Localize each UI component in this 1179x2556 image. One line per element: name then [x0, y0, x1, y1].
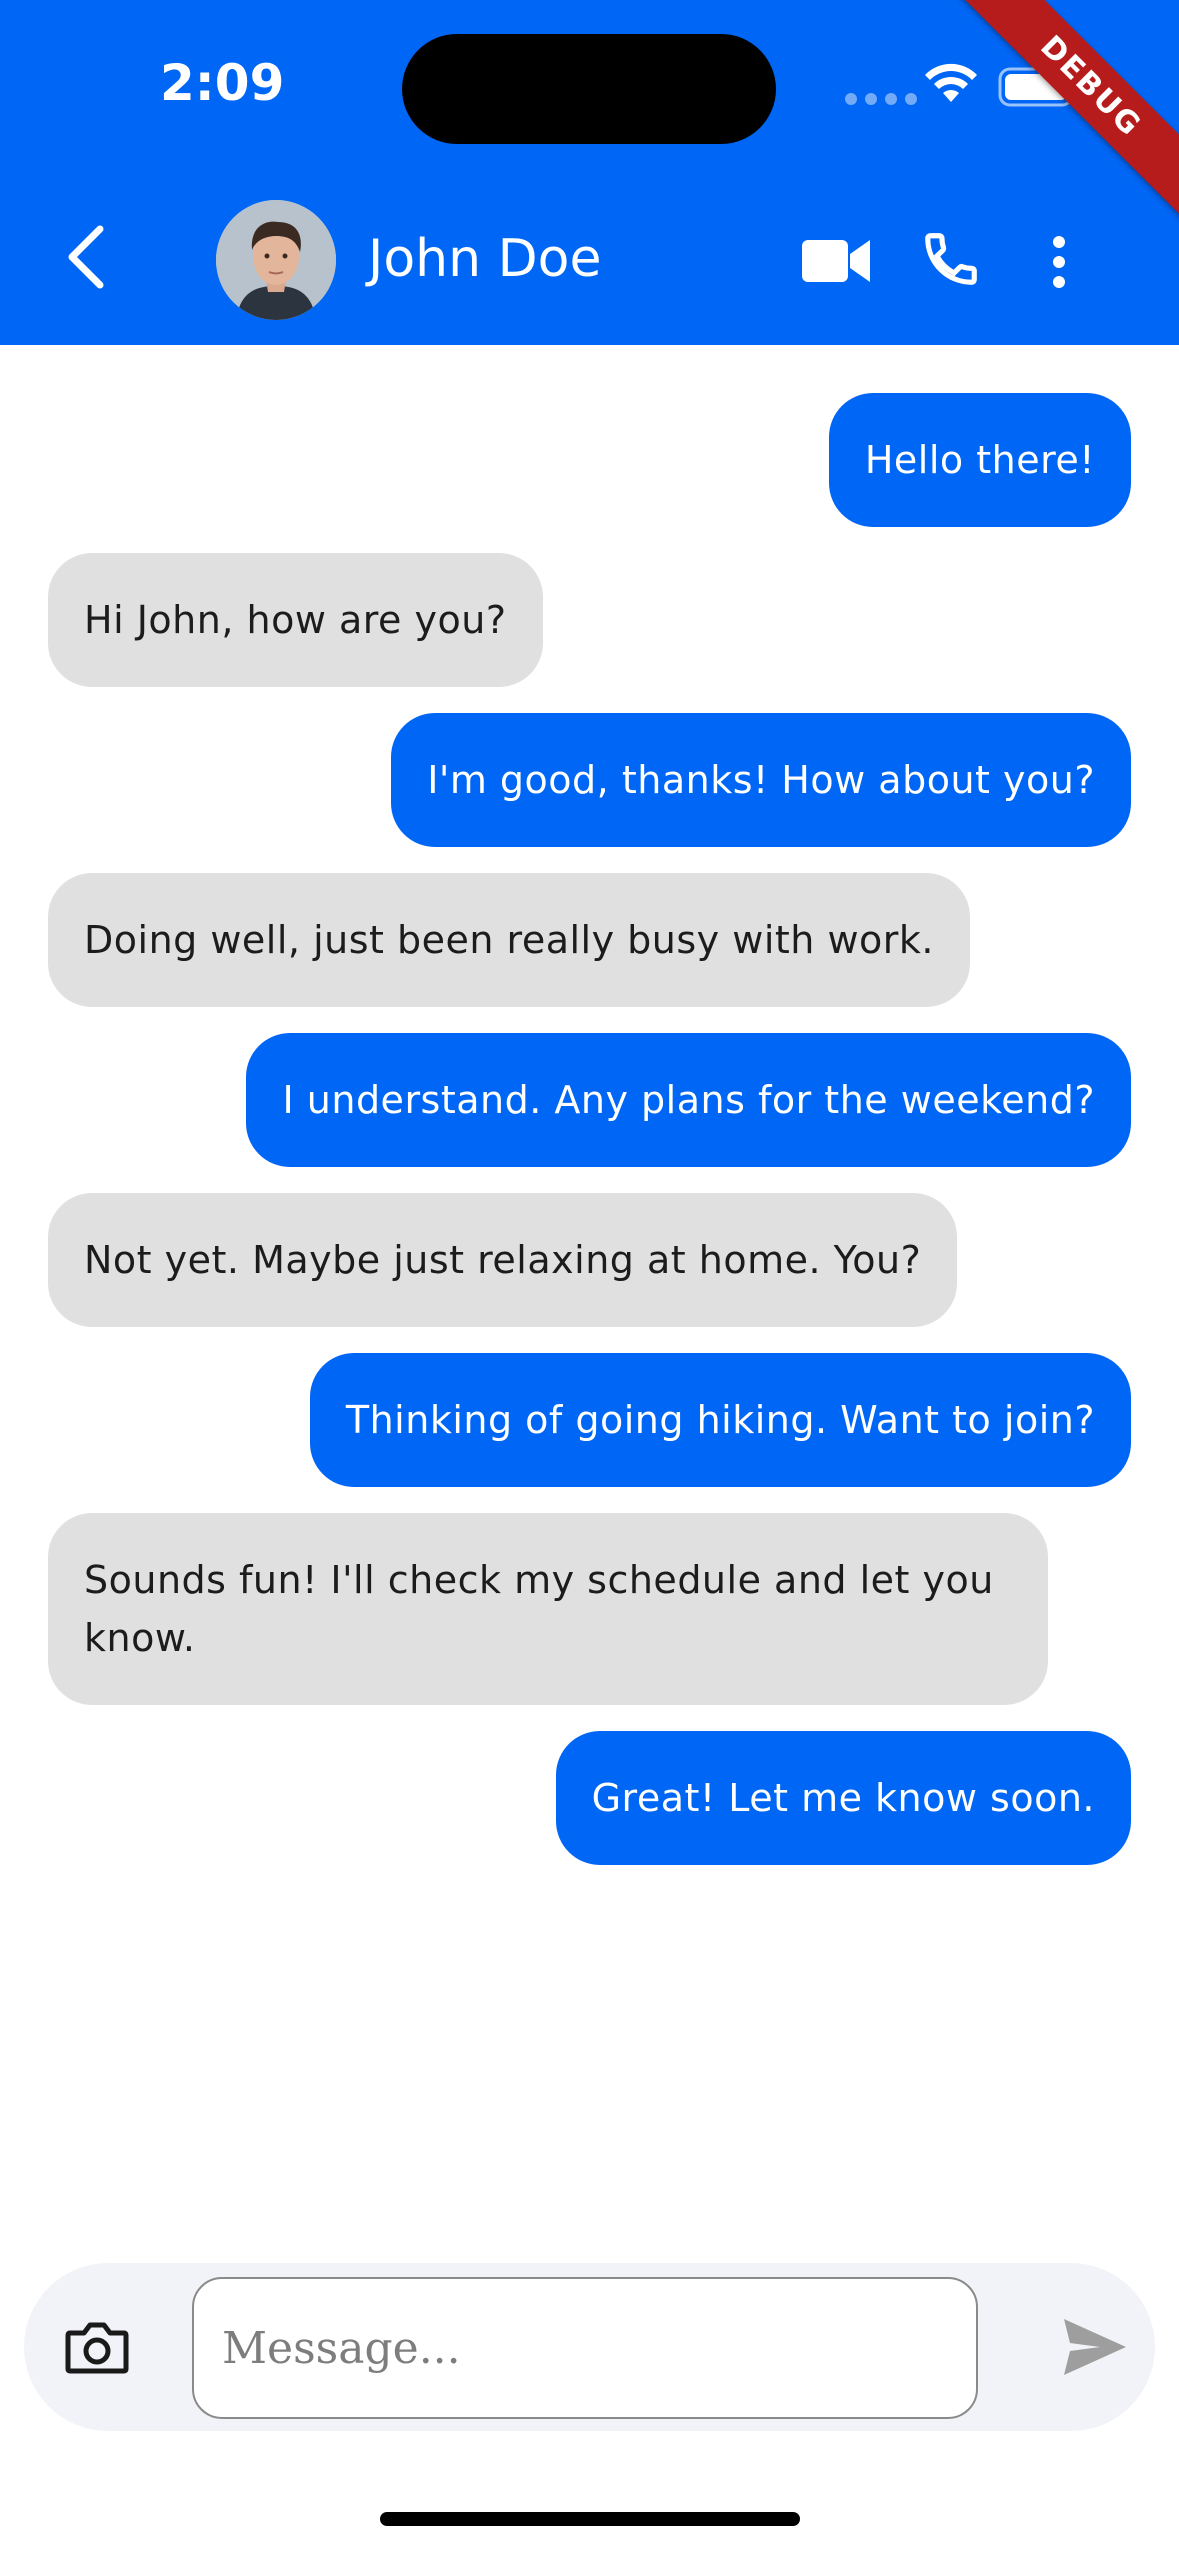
avatar-photo	[216, 200, 336, 320]
contact-name[interactable]: John Doe	[368, 229, 601, 289]
contact-avatar[interactable]	[216, 200, 336, 320]
camera-icon[interactable]	[64, 2317, 130, 2377]
received-message-bubble[interactable]: Doing well, just been really busy with w…	[48, 873, 970, 1007]
dynamic-island	[402, 34, 776, 144]
status-time: 2:09	[160, 54, 285, 112]
received-message-bubble[interactable]: Sounds fun! I'll check my schedule and l…	[48, 1513, 1048, 1705]
chevron-left-icon	[68, 225, 104, 289]
sent-message-bubble[interactable]: I understand. Any plans for the weekend?	[246, 1033, 1131, 1167]
message-list: Hello there! Hi John, how are you? I'm goo…	[48, 393, 1131, 1865]
wifi-icon	[925, 63, 977, 102]
chat-screen: 2:09 DEBUG John Doe Hello there! Hi John…	[0, 0, 1179, 2556]
cellular-signal-icon	[845, 93, 917, 105]
phone-icon[interactable]	[920, 228, 982, 290]
send-icon[interactable]	[1060, 2315, 1130, 2379]
sent-message-bubble[interactable]: Hello there!	[828, 393, 1131, 527]
app-bar: 2:09 DEBUG John Doe	[0, 0, 1179, 345]
sent-message-bubble[interactable]: Thinking of going hiking. Want to join?	[309, 1353, 1131, 1487]
sent-message-bubble[interactable]: Great! Let me know soon.	[555, 1731, 1131, 1865]
back-button[interactable]	[56, 222, 116, 292]
more-options-button[interactable]	[1040, 230, 1078, 294]
message-input[interactable]	[192, 2277, 978, 2419]
sent-message-bubble[interactable]: I'm good, thanks! How about you?	[391, 713, 1131, 847]
more-vert-icon	[1053, 236, 1065, 248]
home-indicator	[380, 2512, 800, 2526]
video-call-icon[interactable]	[800, 232, 872, 290]
message-composer	[24, 2263, 1155, 2431]
debug-banner: DEBUG	[950, 0, 1179, 227]
received-message-bubble[interactable]: Not yet. Maybe just relaxing at home. Yo…	[48, 1193, 958, 1327]
received-message-bubble[interactable]: Hi John, how are you?	[48, 553, 543, 687]
